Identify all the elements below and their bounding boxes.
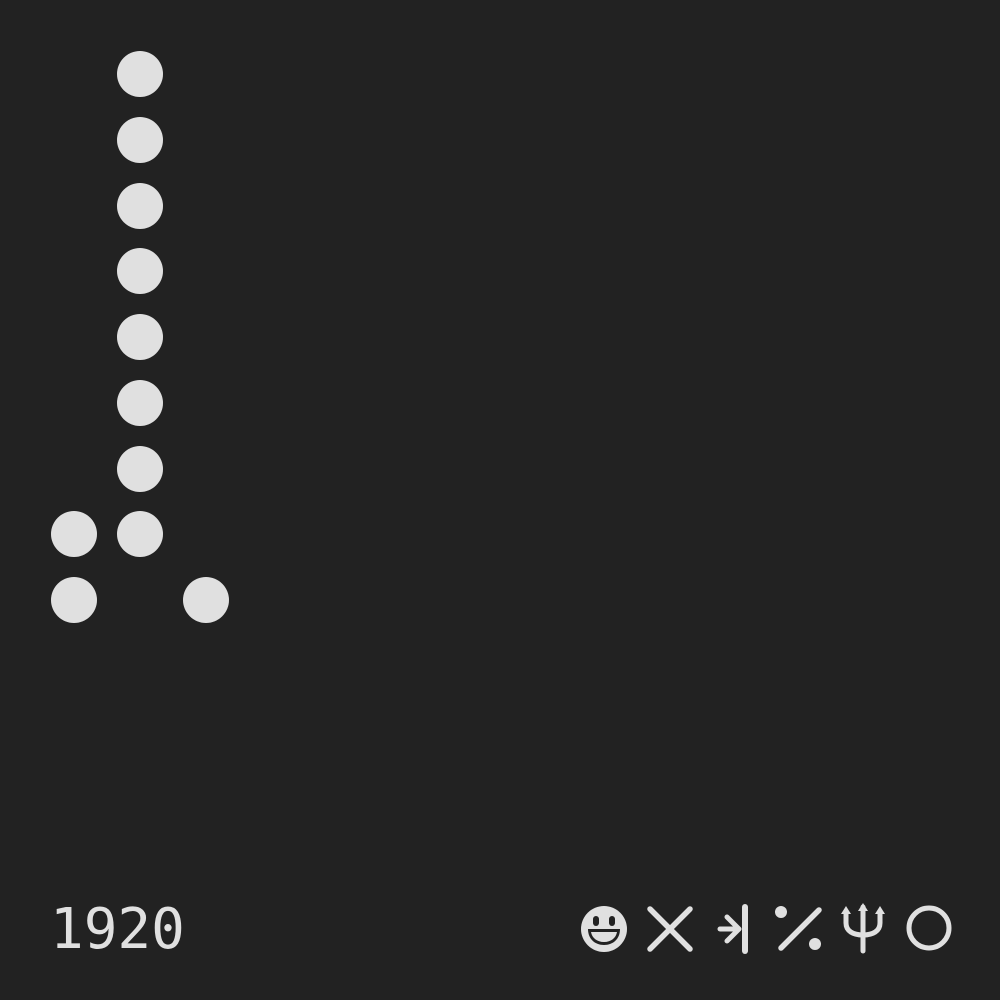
cross-x-icon <box>647 906 693 952</box>
grid-dot <box>116 314 163 360</box>
grid-dot <box>116 445 163 492</box>
artwork-canvas: 1920 <box>0 0 1000 1000</box>
grid-dot <box>116 51 163 97</box>
grid-dot <box>182 577 229 623</box>
grid-dot <box>51 577 97 623</box>
ring-circle-icon <box>906 905 952 951</box>
symbol-row <box>578 903 954 955</box>
grid-dot <box>116 116 163 163</box>
arrow-to-bar-icon <box>717 904 748 954</box>
grid-dot <box>116 379 163 426</box>
grid-dot <box>116 248 163 295</box>
grid-dot <box>51 511 97 558</box>
percent-slash-icon <box>775 906 822 951</box>
number-label: 1920 <box>50 897 185 962</box>
grinning-face-icon <box>581 906 627 952</box>
grid-dot <box>116 182 163 229</box>
trident-psi-icon <box>841 903 885 954</box>
grid-dot <box>116 511 163 558</box>
